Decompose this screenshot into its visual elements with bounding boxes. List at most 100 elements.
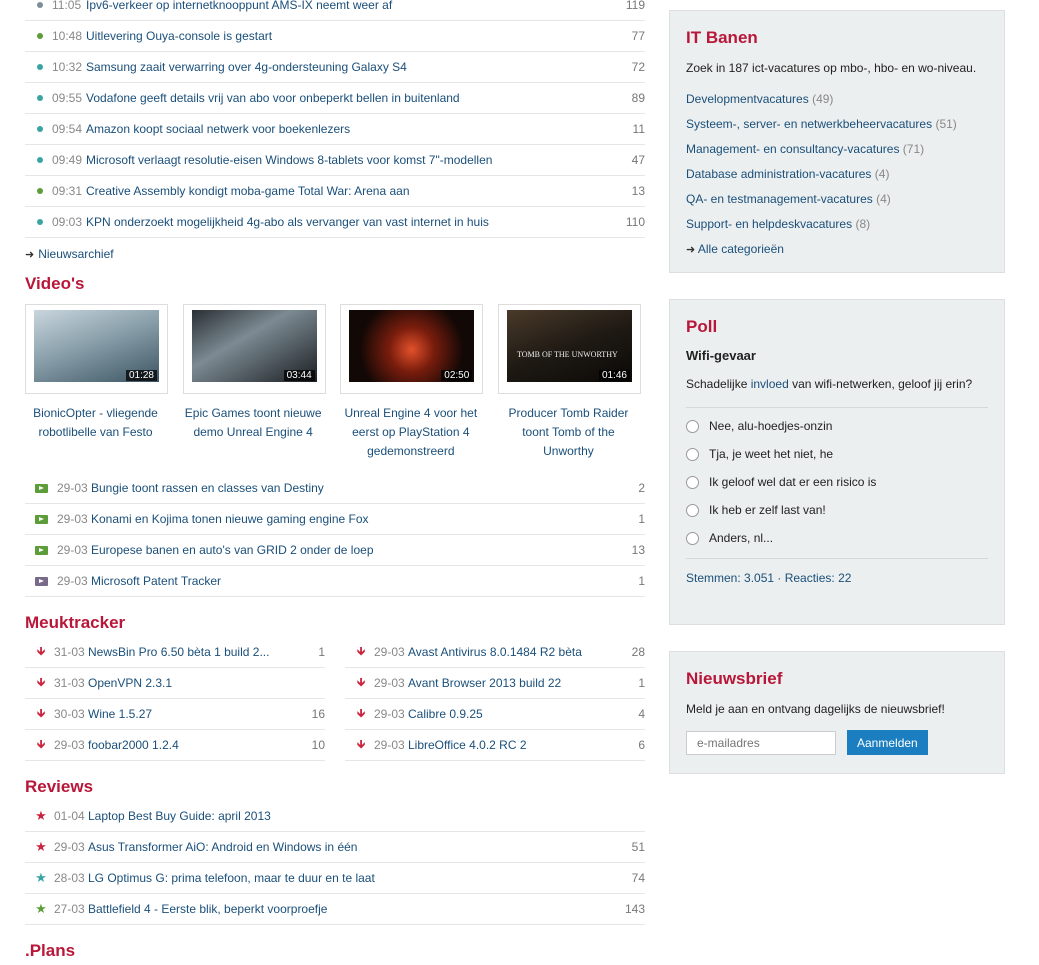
meuk-title[interactable]: foobar2000 1.2.4 bbox=[88, 738, 285, 752]
video-list-title[interactable]: Bungie toont rassen en classes van Desti… bbox=[91, 481, 605, 495]
reviews-heading[interactable]: Reviews bbox=[25, 773, 645, 801]
subscribe-button[interactable]: Aanmelden bbox=[847, 730, 928, 755]
comment-count[interactable]: 143 bbox=[605, 902, 645, 916]
news-item[interactable]: 09:03 KPN onderzoekt mogelijkheid 4g-abo … bbox=[25, 207, 645, 238]
news-item[interactable]: 09:54 Amazon koopt sociaal netwerk voor b… bbox=[25, 114, 645, 145]
video-image[interactable]: 03:44 bbox=[191, 310, 317, 382]
video-card[interactable]: 02:50 Unreal Engine 4 voor het eerst op P… bbox=[340, 304, 484, 461]
news-item[interactable]: 09:49 Microsoft verlaagt resolutie-eisen … bbox=[25, 145, 645, 176]
meuk-title[interactable]: Avant Browser 2013 build 22 bbox=[408, 676, 605, 690]
poll-option[interactable]: Ik geloof wel dat er een risico is bbox=[686, 468, 988, 496]
comment-count[interactable]: 89 bbox=[605, 91, 645, 105]
comment-count[interactable]: 1 bbox=[605, 676, 645, 690]
video-list-title[interactable]: Konami en Kojima tonen nieuwe gaming eng… bbox=[91, 512, 605, 526]
email-field[interactable] bbox=[686, 730, 836, 755]
comment-count[interactable]: 11 bbox=[605, 122, 645, 136]
job-category-label[interactable]: Database administration-vacatures bbox=[686, 167, 871, 181]
news-title[interactable]: Amazon koopt sociaal netwerk voor boeken… bbox=[86, 122, 605, 136]
poll-option-label[interactable]: Ik geloof wel dat er een risico is bbox=[709, 475, 876, 489]
meuktracker-item[interactable]: 🡻 31-03 OpenVPN 2.3.1 bbox=[25, 668, 325, 699]
it-banen-heading[interactable]: IT Banen bbox=[686, 25, 988, 51]
comment-count[interactable]: 13 bbox=[605, 543, 645, 557]
job-category-link[interactable]: Support- en helpdeskvacatures (8) bbox=[686, 212, 988, 237]
review-item[interactable]: ★ 28-03 LG Optimus G: prima telefoon, maar… bbox=[25, 863, 645, 894]
comment-count[interactable]: 119 bbox=[605, 0, 645, 12]
radio-button[interactable] bbox=[686, 419, 699, 433]
job-category-link[interactable]: Systeem-, server- en netwerkbeheervacatu… bbox=[686, 112, 988, 137]
comment-count[interactable]: 6 bbox=[605, 738, 645, 752]
comment-count[interactable]: 28 bbox=[605, 645, 645, 659]
news-item[interactable]: 09:55 Vodafone geeft details vrij van abo… bbox=[25, 83, 645, 114]
job-category-link[interactable]: Database administration-vacatures (4) bbox=[686, 162, 988, 187]
poll-option[interactable]: Anders, nl... bbox=[686, 524, 988, 552]
video-list-item[interactable]: 29-03 Europese banen en auto's van GRID 2… bbox=[25, 535, 645, 566]
news-item[interactable]: 11:05 Ipv6-verkeer op internetknooppunt A… bbox=[25, 0, 645, 21]
meuktracker-item[interactable]: 🡻 29-03 LibreOffice 4.0.2 RC 26 bbox=[345, 730, 645, 761]
meuk-title[interactable]: Avast Antivirus 8.0.1484 R2 bèta bbox=[408, 645, 605, 659]
review-title[interactable]: Asus Transformer AiO: Android en Windows… bbox=[88, 840, 605, 854]
job-category-link[interactable]: Management- en consultancy-vacatures (71… bbox=[686, 137, 988, 162]
comment-count[interactable]: 4 bbox=[605, 707, 645, 721]
review-title[interactable]: Battlefield 4 - Eerste blik, beperkt voo… bbox=[88, 902, 605, 916]
video-thumbnail[interactable]: TOMB OF THE UNWORTHY 01:46 bbox=[497, 304, 641, 394]
job-category-label[interactable]: QA- en testmanagement-vacatures bbox=[686, 192, 873, 206]
job-category-label[interactable]: Systeem-, server- en netwerkbeheervacatu… bbox=[686, 117, 932, 131]
news-title[interactable]: Samsung zaait verwarring over 4g-onderst… bbox=[86, 60, 605, 74]
review-title[interactable]: LG Optimus G: prima telefoon, maar te du… bbox=[88, 871, 605, 885]
news-title[interactable]: Ipv6-verkeer op internetknooppunt AMS-IX… bbox=[86, 0, 605, 12]
poll-influence-link[interactable]: invloed bbox=[751, 377, 789, 391]
video-list-title[interactable]: Microsoft Patent Tracker bbox=[91, 574, 605, 588]
comment-count[interactable]: 2 bbox=[605, 481, 645, 495]
comment-count[interactable]: 1 bbox=[285, 645, 325, 659]
video-image[interactable]: 02:50 bbox=[349, 310, 475, 382]
meuktracker-item[interactable]: 🡻 31-03 NewsBin Pro 6.50 bèta 1 build 2...… bbox=[25, 637, 325, 668]
news-title[interactable]: Uitlevering Ouya-console is gestart bbox=[86, 29, 605, 43]
news-archive-link[interactable]: ➜ Nieuwsarchief bbox=[25, 238, 645, 270]
poll-option[interactable]: Ik heb er zelf last van! bbox=[686, 496, 988, 524]
comment-count[interactable]: 16 bbox=[285, 707, 325, 721]
news-title[interactable]: Vodafone geeft details vrij van abo voor… bbox=[86, 91, 605, 105]
poll-option-label[interactable]: Tja, je weet het niet, he bbox=[709, 447, 833, 461]
comment-count[interactable]: 1 bbox=[605, 512, 645, 526]
comment-count[interactable]: 51 bbox=[605, 840, 645, 854]
video-card[interactable]: 03:44 Epic Games toont nieuwe demo Unreal… bbox=[182, 304, 326, 461]
comment-count[interactable]: 1 bbox=[605, 574, 645, 588]
plans-heading[interactable]: .Plans bbox=[25, 937, 645, 965]
job-category-label[interactable]: Developmentvacatures bbox=[686, 92, 809, 106]
video-list-item[interactable]: 29-03 Bungie toont rassen en classes van … bbox=[25, 473, 645, 504]
comment-count[interactable]: 74 bbox=[605, 871, 645, 885]
video-card[interactable]: TOMB OF THE UNWORTHY 01:46 Producer Tomb R… bbox=[497, 304, 641, 461]
meuktracker-item[interactable]: 🡻 30-03 Wine 1.5.27 16 bbox=[25, 699, 325, 730]
review-item[interactable]: ★ 29-03 Asus Transformer AiO: Android en W… bbox=[25, 832, 645, 863]
radio-button[interactable] bbox=[686, 503, 699, 517]
meuktracker-item[interactable]: 🡻 29-03 Avant Browser 2013 build 22 1 bbox=[345, 668, 645, 699]
job-category-label[interactable]: Support- en helpdeskvacatures bbox=[686, 217, 852, 231]
video-title[interactable]: BionicOpter - vliegende robotlibelle van… bbox=[25, 404, 166, 442]
radio-button[interactable] bbox=[686, 447, 699, 461]
poll-option[interactable]: Tja, je weet het niet, he bbox=[686, 440, 988, 468]
comment-count[interactable]: 77 bbox=[605, 29, 645, 43]
news-title[interactable]: Microsoft verlaagt resolutie-eisen Windo… bbox=[86, 153, 605, 167]
video-thumbnail[interactable]: 02:50 bbox=[340, 304, 484, 394]
meuk-title[interactable]: LibreOffice 4.0.2 RC 2 bbox=[408, 738, 605, 752]
video-thumbnail[interactable]: 01:28 bbox=[25, 304, 168, 394]
poll-option-label[interactable]: Nee, alu-hoedjes-onzin bbox=[709, 419, 832, 433]
video-list-title[interactable]: Europese banen en auto's van GRID 2 onde… bbox=[91, 543, 605, 557]
all-categories-link[interactable]: ➜ Alle categorieën bbox=[686, 237, 988, 262]
poll-heading[interactable]: Poll bbox=[686, 314, 988, 340]
video-list-item[interactable]: 29-03 Microsoft Patent Tracker 1 bbox=[25, 566, 645, 597]
poll-stats-link[interactable]: Stemmen: 3.051 · Reacties: 22 bbox=[686, 559, 988, 585]
news-item[interactable]: 09:31 Creative Assembly kondigt moba-game… bbox=[25, 176, 645, 207]
news-item[interactable]: 10:32 Samsung zaait verwarring over 4g-on… bbox=[25, 52, 645, 83]
video-thumbnail[interactable]: 03:44 bbox=[182, 304, 326, 394]
meuktracker-heading[interactable]: Meuktracker bbox=[25, 609, 645, 637]
meuktracker-item[interactable]: 🡻 29-03 foobar2000 1.2.4 10 bbox=[25, 730, 325, 761]
radio-button[interactable] bbox=[686, 475, 699, 489]
review-title[interactable]: Laptop Best Buy Guide: april 2013 bbox=[88, 809, 605, 823]
video-title[interactable]: Unreal Engine 4 voor het eerst op PlaySt… bbox=[340, 404, 481, 461]
video-list-item[interactable]: 29-03 Konami en Kojima tonen nieuwe gamin… bbox=[25, 504, 645, 535]
review-item[interactable]: ★ 01-04 Laptop Best Buy Guide: april 2013 bbox=[25, 801, 645, 832]
comment-count[interactable]: 110 bbox=[605, 215, 645, 229]
meuk-title[interactable]: OpenVPN 2.3.1 bbox=[88, 676, 285, 690]
job-category-link[interactable]: QA- en testmanagement-vacatures (4) bbox=[686, 187, 988, 212]
